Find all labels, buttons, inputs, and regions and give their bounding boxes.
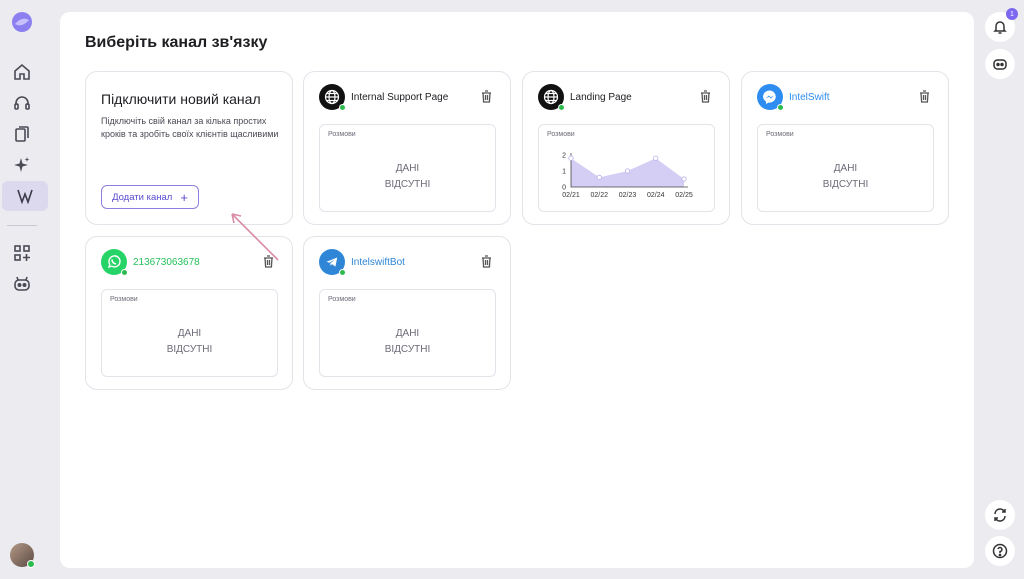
channel-card[interactable]: Landing Page Розмови 0 1 2 02/21 02/22 02/23 0… — [522, 71, 730, 225]
x-tick-label: 02/22 — [590, 192, 608, 199]
sparkles-icon[interactable] — [10, 153, 34, 177]
globe-icon — [538, 84, 565, 111]
whatsapp-icon — [101, 249, 128, 276]
data-point — [568, 155, 574, 161]
conversations-chart: Розмови ДАНІ ВІДСУТНІ — [101, 289, 278, 377]
channel-name: 213673063678 — [133, 256, 200, 268]
conversations-chart: Розмови ДАНІ ВІДСУТНІ — [757, 124, 934, 212]
help-button[interactable] — [985, 536, 1015, 566]
conversations-chart: Розмови 0 1 2 02/21 02/22 02/23 02/24 02/25 — [538, 124, 715, 212]
trash-icon[interactable] — [481, 90, 492, 108]
help-icon — [992, 543, 1008, 559]
x-tick-label: 02/23 — [619, 192, 637, 199]
assistant-button[interactable] — [985, 49, 1015, 79]
add-channel-label: Додати канал — [112, 191, 173, 203]
chart-label: Розмови — [328, 296, 356, 303]
no-data-text: ДАНІ ВІДСУТНІ — [384, 328, 431, 355]
online-status-dot — [27, 560, 35, 568]
channels-icon[interactable] — [2, 181, 48, 211]
page-title: Виберіть канал зв'язку — [85, 34, 268, 51]
sidebar — [0, 0, 48, 579]
channel-name: Internal Support Page — [351, 91, 449, 103]
new-channel-title: Підключити новий канал — [101, 91, 261, 107]
chart-label: Розмови — [328, 131, 356, 138]
channel-card[interactable]: IntelswiftBot Розмови ДАНІ ВІДСУТНІ — [303, 236, 511, 390]
channel-card[interactable]: Internal Support Page Розмови ДАНІ ВІДСУТ… — [303, 71, 511, 225]
channel-card[interactable]: IntelSwift Розмови ДАНІ ВІДСУТНІ — [741, 71, 949, 225]
sidebar-divider — [7, 225, 37, 226]
notification-badge: 1 — [1006, 8, 1018, 20]
online-status-dot — [339, 104, 346, 111]
trash-icon[interactable] — [700, 90, 711, 108]
chart-label: Розмови — [110, 296, 138, 303]
online-status-dot — [121, 269, 128, 276]
online-status-dot — [558, 104, 565, 111]
pointer-arrow — [231, 213, 279, 261]
plus-icon: + — [180, 189, 188, 205]
x-tick-label: 02/25 — [675, 192, 693, 199]
data-point — [624, 168, 631, 174]
no-data-text: ДАНІ ВІДСУТНІ — [822, 163, 869, 190]
app-logo[interactable] — [10, 10, 34, 34]
bot-icon — [993, 59, 1007, 70]
no-data-text: ДАНІ ВІДСУТНІ — [166, 328, 213, 355]
y-tick-label: 1 — [562, 169, 566, 176]
channel-name: IntelswiftBot — [351, 256, 405, 268]
apps-icon[interactable] — [10, 241, 34, 265]
sync-button[interactable] — [985, 500, 1015, 530]
trash-icon[interactable] — [919, 90, 930, 108]
telegram-icon — [319, 249, 346, 276]
conversations-chart: Розмови ДАНІ ВІДСУТНІ — [319, 289, 496, 377]
main-panel: Виберіть канал зв'язку Підключити новий … — [60, 12, 974, 568]
channel-name: IntelSwift — [789, 91, 830, 103]
chart-label: Розмови — [547, 131, 575, 138]
documents-icon[interactable] — [10, 122, 34, 146]
data-point — [681, 176, 687, 182]
bot-icon[interactable] — [10, 272, 34, 296]
user-avatar[interactable] — [10, 543, 35, 568]
new-channel-card: Підключити новий канал Підключіть свій к… — [85, 71, 293, 225]
conversations-area-chart: 0 1 2 02/21 02/22 02/23 02/24 02/25 — [562, 153, 693, 200]
data-point — [653, 155, 659, 161]
online-status-dot — [777, 104, 784, 111]
trash-icon[interactable] — [481, 255, 492, 273]
new-channel-description: Підключіть свій канал за кілька простих … — [101, 116, 279, 139]
conversations-chart: Розмови ДАНІ ВІДСУТНІ — [319, 124, 496, 212]
x-tick-label: 02/21 — [562, 192, 580, 199]
home-icon[interactable] — [10, 60, 34, 84]
y-tick-label: 2 — [562, 153, 566, 160]
chart-label: Розмови — [766, 131, 794, 138]
sync-icon — [994, 508, 1006, 522]
no-data-text: ДАНІ ВІДСУТНІ — [384, 163, 431, 190]
globe-icon — [319, 84, 346, 111]
channel-name: Landing Page — [570, 91, 632, 103]
bell-icon — [993, 21, 1007, 34]
y-tick-label: 0 — [562, 185, 566, 192]
add-channel-button[interactable]: Додати канал + — [101, 185, 199, 209]
data-point — [596, 174, 602, 181]
x-tick-label: 02/24 — [647, 192, 665, 199]
headset-icon[interactable] — [10, 91, 34, 115]
online-status-dot — [339, 269, 346, 276]
messenger-icon — [757, 84, 784, 111]
notifications-button[interactable]: 1 — [985, 8, 1018, 42]
